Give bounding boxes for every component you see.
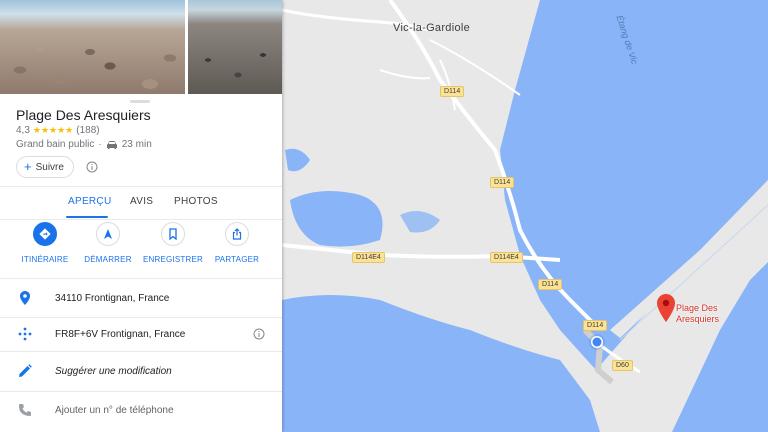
directions-icon — [39, 228, 51, 240]
divider — [0, 278, 282, 279]
place-category[interactable]: Grand bain public — [16, 139, 94, 150]
share-icon — [232, 228, 242, 240]
car-icon — [106, 140, 117, 149]
add-phone-text: Ajouter un n° de téléphone — [55, 404, 174, 416]
active-tab-indicator — [66, 216, 108, 218]
add-phone-row[interactable]: Ajouter un n° de téléphone — [0, 393, 282, 427]
place-pin-label[interactable]: Plage Des Aresquiers — [676, 303, 719, 325]
suggest-edit-row[interactable]: Suggérer une modification — [0, 354, 282, 388]
save-button[interactable]: ENREGISTRER — [141, 222, 205, 264]
divider — [0, 351, 282, 352]
address-text: 34110 Frontignan, France — [55, 292, 170, 304]
plus-code-text: FR8F+6V Frontignan, France — [55, 328, 186, 340]
follow-label: Suivre — [35, 161, 64, 173]
place-panel: Plage Des Aresquiers 4,3 ★★★★★ (188) Gra… — [0, 0, 282, 432]
start-button[interactable]: DÉMARRER — [76, 222, 140, 264]
photo-strip[interactable] — [0, 0, 282, 94]
info-icon[interactable] — [86, 161, 98, 173]
rating-stars: ★★★★★ — [32, 125, 74, 135]
beach-photo[interactable] — [188, 0, 282, 94]
plus-icon: + — [24, 159, 32, 174]
suggest-edit-text: Suggérer une modification — [55, 365, 172, 377]
road-badge: D114 — [490, 177, 515, 188]
town-label: Vic-la-Gardiole — [393, 22, 471, 34]
road-badge: D114E4 — [352, 252, 385, 263]
phone-icon — [19, 404, 31, 416]
tab-avis[interactable]: AVIS — [130, 196, 153, 207]
divider — [0, 219, 282, 220]
review-count[interactable]: (188) — [76, 125, 99, 136]
tab-apercu[interactable]: APERÇU — [68, 196, 111, 207]
navigation-icon — [104, 229, 112, 239]
road-badge: D114 — [538, 279, 563, 290]
drag-handle[interactable] — [130, 100, 150, 103]
share-button[interactable]: PARTAGER — [205, 222, 269, 264]
rating-value: 4,3 — [16, 125, 30, 136]
road-badge: D114E4 — [490, 252, 523, 263]
plus-code-row[interactable]: FR8F+6V Frontignan, France — [0, 317, 282, 351]
edit-pencil-icon — [19, 364, 32, 377]
directions-button[interactable]: ITINÉRAIRE — [13, 222, 77, 264]
place-title: Plage Des Aresquiers — [16, 107, 151, 123]
plus-code-icon — [18, 327, 32, 341]
place-pin-icon[interactable] — [657, 294, 675, 322]
tab-bar: APERÇU AVIS PHOTOS — [0, 186, 282, 219]
action-label: ITINÉRAIRE — [21, 255, 69, 264]
road-badge: D60 — [612, 360, 633, 371]
beach-photo[interactable] — [0, 0, 186, 94]
meta-row: Grand bain public · 23 min — [16, 139, 152, 150]
place-sheet: Plage Des Aresquiers 4,3 ★★★★★ (188) Gra… — [0, 94, 282, 432]
road-badge: D114 — [583, 320, 608, 331]
road-badge: D114 — [440, 86, 465, 97]
drive-time: 23 min — [121, 139, 152, 150]
rating-row: 4,3 ★★★★★ (188) — [16, 125, 100, 136]
action-bar: ITINÉRAIRE DÉMARRER ENREGISTRER PARTAGER — [0, 222, 282, 274]
action-label: PARTAGER — [214, 255, 260, 264]
bookmark-icon — [169, 228, 177, 240]
action-label: ENREGISTRER — [143, 255, 203, 264]
follow-button[interactable]: + Suivre — [16, 156, 74, 178]
tab-photos[interactable]: PHOTOS — [174, 196, 218, 207]
info-icon[interactable] — [253, 328, 265, 340]
action-label: DÉMARRER — [84, 255, 132, 264]
divider — [0, 391, 282, 392]
address-row[interactable]: 34110 Frontignan, France — [0, 281, 282, 315]
location-pin-icon — [20, 291, 30, 305]
meta-separator: · — [98, 139, 102, 150]
